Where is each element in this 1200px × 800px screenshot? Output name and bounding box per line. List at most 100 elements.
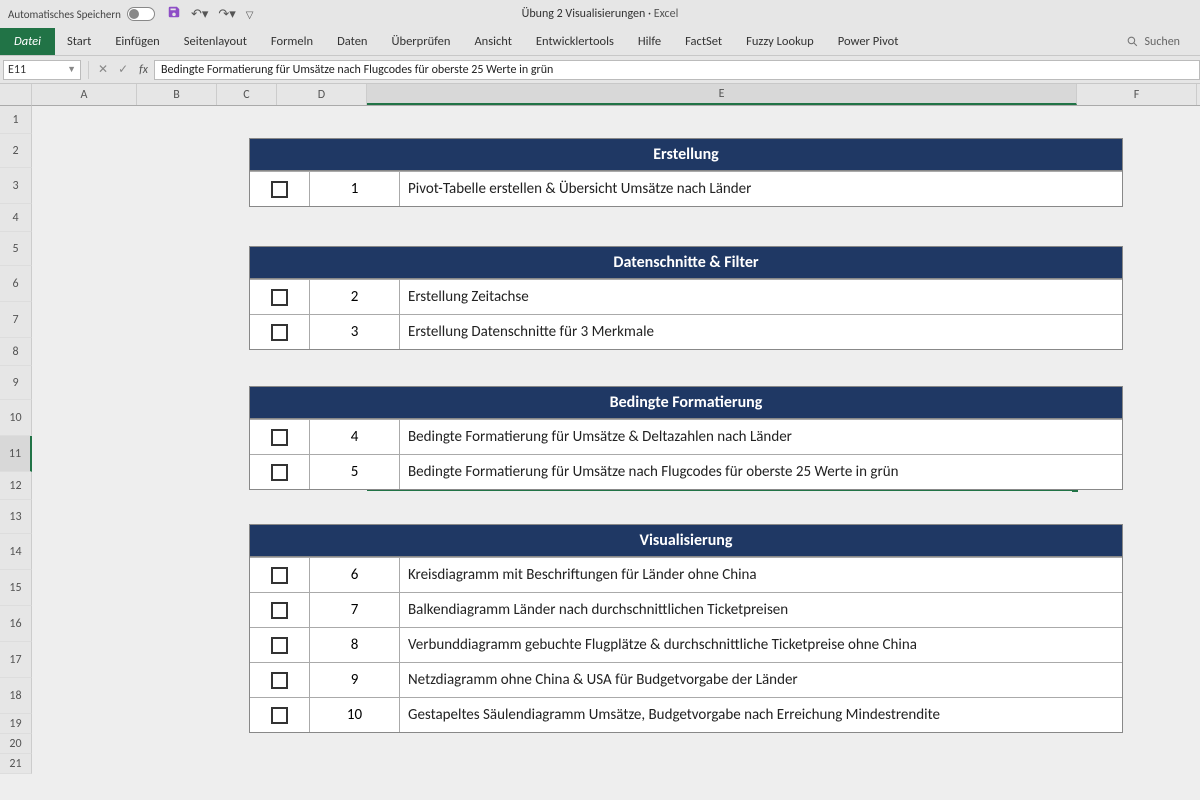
tab-start[interactable]: Start	[55, 28, 103, 55]
checkbox[interactable]	[271, 567, 288, 584]
tab-einfügen[interactable]: Einfügen	[103, 28, 171, 55]
task-block-2: Bedingte Formatierung4Bedingte Formatier…	[249, 386, 1123, 490]
formula-bar-row: E11 ▼ ✕ ✓ fx Bedingte Formatierung für U…	[0, 56, 1200, 84]
row-header-14[interactable]: 14	[0, 534, 32, 570]
task-row: 8Verbunddiagramm gebuchte Flugplätze & d…	[250, 627, 1122, 662]
row-header-13[interactable]: 13	[0, 500, 32, 534]
column-headers: ABCDEF	[32, 84, 1200, 106]
row-header-20[interactable]: 20	[0, 734, 32, 754]
row-header-18[interactable]: 18	[0, 678, 32, 714]
tab-ansicht[interactable]: Ansicht	[462, 28, 523, 55]
row-header-7[interactable]: 7	[0, 302, 32, 338]
col-header-B[interactable]: B	[137, 84, 217, 105]
task-block-1: Datenschnitte & Filter2Erstellung Zeitac…	[249, 246, 1123, 350]
task-text: Bedingte Formatierung für Umsätze & Delt…	[400, 420, 1122, 454]
col-header-D[interactable]: D	[277, 84, 367, 105]
task-row: 4Bedingte Formatierung für Umsätze & Del…	[250, 419, 1122, 454]
task-number: 10	[310, 698, 400, 732]
redo-icon[interactable]: ↷▾	[218, 7, 235, 22]
task-checkbox-cell	[250, 663, 310, 697]
doc-name: Übung 2 Visualisierungen	[522, 7, 646, 21]
cells-area[interactable]: + Erstellung1Pivot-Tabelle erstellen & Ü…	[32, 106, 1200, 800]
checkbox[interactable]	[271, 602, 288, 619]
checkbox[interactable]	[271, 289, 288, 306]
task-text: Erstellung Zeitachse	[400, 280, 1122, 314]
titlebar: Automatisches Speichern ↶▾ ↷▾ ▽ Übung 2 …	[0, 0, 1200, 28]
chevron-down-icon: ▼	[67, 64, 76, 75]
row-header-3[interactable]: 3	[0, 168, 32, 204]
row-header-2[interactable]: 2	[0, 134, 32, 168]
spreadsheet-grid: 123456789101112131415161718192021 ABCDEF…	[0, 84, 1200, 800]
row-header-1[interactable]: 1	[0, 106, 32, 134]
checkbox[interactable]	[271, 429, 288, 446]
task-row: 6Kreisdiagramm mit Beschriftungen für Lä…	[250, 557, 1122, 592]
task-row: 7Balkendiagramm Länder nach durchschnitt…	[250, 592, 1122, 627]
checkbox[interactable]	[271, 464, 288, 481]
undo-icon[interactable]: ↶▾	[191, 7, 208, 22]
tab-file[interactable]: Datei	[0, 28, 55, 55]
tab-daten[interactable]: Daten	[325, 28, 379, 55]
row-header-16[interactable]: 16	[0, 606, 32, 642]
search-icon	[1126, 35, 1139, 48]
checkbox[interactable]	[271, 324, 288, 341]
task-text: Balkendiagramm Länder nach durchschnittl…	[400, 593, 1122, 627]
task-number: 7	[310, 593, 400, 627]
tab-seitenlayout[interactable]: Seitenlayout	[172, 28, 259, 55]
app-name: Excel	[654, 7, 679, 21]
task-row: 2Erstellung Zeitachse	[250, 279, 1122, 314]
name-box-value: E11	[8, 63, 26, 77]
task-text: Bedingte Formatierung für Umsätze nach F…	[400, 455, 1122, 489]
tab-überprüfen[interactable]: Überprüfen	[379, 28, 462, 55]
row-header-4[interactable]: 4	[0, 204, 32, 232]
checkbox[interactable]	[271, 707, 288, 724]
cancel-icon[interactable]: ✕	[93, 62, 113, 77]
task-row: 5Bedingte Formatierung für Umsätze nach …	[250, 454, 1122, 489]
task-text: Erstellung Datenschnitte für 3 Merkmale	[400, 315, 1122, 349]
save-icon[interactable]	[167, 5, 181, 23]
separator	[88, 61, 89, 79]
qat-customize-icon[interactable]: ▽	[246, 8, 254, 21]
name-box[interactable]: E11 ▼	[3, 60, 81, 80]
task-row: 9Netzdiagramm ohne China & USA für Budge…	[250, 662, 1122, 697]
fx-icon[interactable]: fx	[133, 63, 154, 77]
tab-fuzzy lookup[interactable]: Fuzzy Lookup	[734, 28, 826, 55]
task-text: Pivot-Tabelle erstellen & Übersicht Umsä…	[400, 172, 1122, 206]
grid-columns: ABCDEF + Erstellung1Pivot-Tabelle erstel…	[32, 84, 1200, 800]
col-header-F[interactable]: F	[1077, 84, 1197, 105]
accept-icon[interactable]: ✓	[113, 62, 133, 77]
select-all-corner[interactable]	[0, 84, 32, 106]
row-header-15[interactable]: 15	[0, 570, 32, 606]
task-checkbox-cell	[250, 628, 310, 662]
tab-power pivot[interactable]: Power Pivot	[826, 28, 911, 55]
col-header-A[interactable]: A	[32, 84, 137, 105]
row-header-21[interactable]: 21	[0, 754, 32, 774]
task-row: 10Gestapeltes Säulendiagramm Umsätze, Bu…	[250, 697, 1122, 732]
row-header-11[interactable]: 11	[0, 436, 32, 472]
autosave-toggle[interactable]	[127, 7, 155, 21]
search-placeholder: Suchen	[1145, 35, 1180, 49]
row-header-19[interactable]: 19	[0, 714, 32, 734]
search-box[interactable]: Suchen	[1126, 35, 1180, 49]
row-header-5[interactable]: 5	[0, 232, 32, 266]
checkbox[interactable]	[271, 637, 288, 654]
col-header-E[interactable]: E	[367, 84, 1077, 105]
row-header-8[interactable]: 8	[0, 338, 32, 366]
block-header: Datenschnitte & Filter	[250, 247, 1122, 279]
formula-input[interactable]: Bedingte Formatierung für Umsätze nach F…	[154, 60, 1200, 80]
row-header-10[interactable]: 10	[0, 400, 32, 436]
task-number: 9	[310, 663, 400, 697]
tab-formeln[interactable]: Formeln	[259, 28, 325, 55]
tab-entwicklertools[interactable]: Entwicklertools	[524, 28, 626, 55]
tab-hilfe[interactable]: Hilfe	[626, 28, 673, 55]
task-block-0: Erstellung1Pivot-Tabelle erstellen & Übe…	[249, 138, 1123, 207]
row-header-6[interactable]: 6	[0, 266, 32, 302]
row-header-9[interactable]: 9	[0, 366, 32, 400]
task-text: Verbunddiagramm gebuchte Flugplätze & du…	[400, 628, 1122, 662]
checkbox[interactable]	[271, 672, 288, 689]
tab-factset[interactable]: FactSet	[673, 28, 734, 55]
task-row: 1Pivot-Tabelle erstellen & Übersicht Ums…	[250, 171, 1122, 206]
checkbox[interactable]	[271, 181, 288, 198]
row-header-17[interactable]: 17	[0, 642, 32, 678]
col-header-C[interactable]: C	[217, 84, 277, 105]
row-header-12[interactable]: 12	[0, 472, 32, 500]
